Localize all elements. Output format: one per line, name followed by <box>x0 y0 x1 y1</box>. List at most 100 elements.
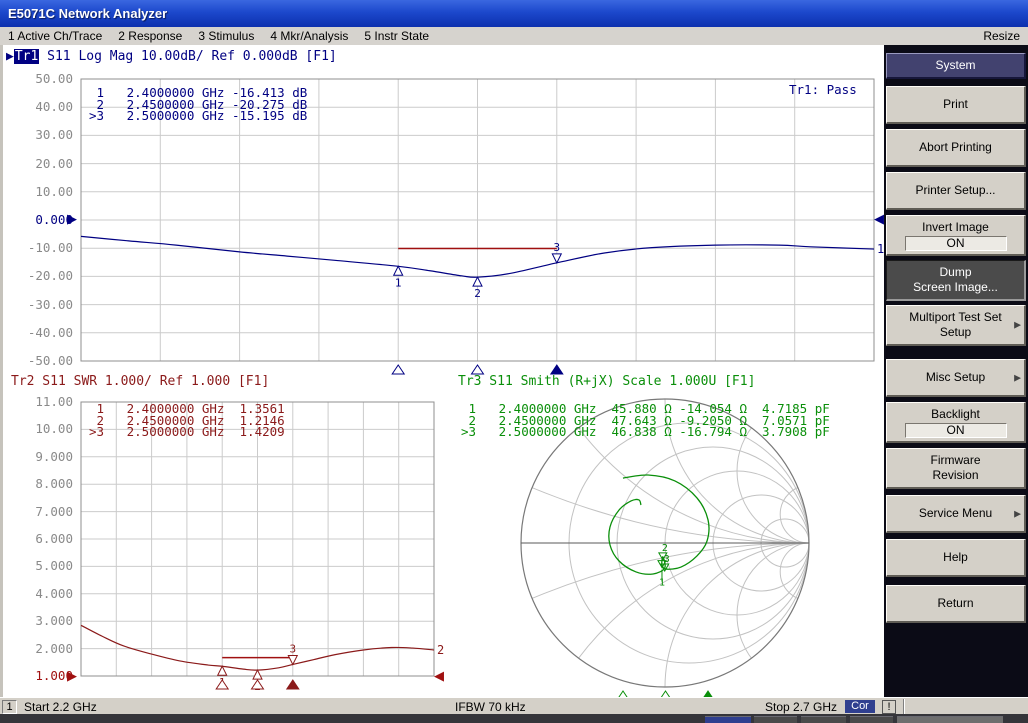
tr2-ref-level-arrow-left-icon: ▶ <box>67 669 77 683</box>
menu-item-2[interactable]: 2 Response <box>110 29 190 43</box>
y-tick-label: -10.00 <box>28 241 73 254</box>
y-tick-label: 50.00 <box>35 72 73 85</box>
y-tick-label: 11.00 <box>35 395 73 408</box>
y-tick-label: 4.000 <box>35 587 73 600</box>
resize-button[interactable]: Resize <box>983 29 1028 43</box>
tr1-header[interactable]: ▶Tr1 S11 Log Mag 10.00dB/ Ref 0.000dB [F… <box>6 50 337 63</box>
taskbar-segment <box>705 716 751 723</box>
svg-text:2: 2 <box>437 643 444 657</box>
softkey-label: System <box>935 58 975 73</box>
softkey-label: Firmware <box>931 453 981 468</box>
stop-frequency-label: Stop 2.7 GHz <box>765 700 837 714</box>
softkey-label: Setup <box>940 325 971 340</box>
softkey-label: Print <box>943 97 968 112</box>
submenu-arrow-icon: ▶ <box>1014 506 1021 521</box>
softkey-label: Invert Image <box>922 220 989 235</box>
tr1-limit-status: Tr1: Pass <box>789 82 857 97</box>
y-tick-label: 30.00 <box>35 128 73 141</box>
softkey-return[interactable]: Return <box>886 585 1026 623</box>
taskbar-clock-segment <box>897 716 1003 723</box>
softkey-label: Misc Setup <box>926 370 985 385</box>
menu-item-5[interactable]: 5 Instr State <box>356 29 437 43</box>
svg-text:2: 2 <box>662 543 668 554</box>
softkey-misc-setup[interactable]: Misc Setup ▶ <box>886 359 1026 397</box>
softkey-printer-setup[interactable]: Printer Setup... <box>886 172 1026 210</box>
menu-item-4[interactable]: 4 Mkr/Analysis <box>262 29 356 43</box>
softkey-firmware-revision[interactable]: FirmwareRevision <box>886 448 1026 489</box>
svg-text:1: 1 <box>877 242 884 256</box>
taskbar-segment <box>801 716 846 723</box>
svg-text:3: 3 <box>289 642 296 655</box>
softkey-label: Abort Printing <box>919 140 992 155</box>
tr1-badge: Tr1 <box>14 49 39 64</box>
tr2-marker-readout: 1 2.4000000 GHz 1.3561 2 2.4500000 GHz 1… <box>89 403 285 438</box>
tr2-chart: 2123 <box>81 402 454 696</box>
y-tick-label: 9.000 <box>35 450 73 463</box>
softkey-label: Service Menu <box>919 506 992 521</box>
menu-items: 1 Active Ch/Trace2 Response3 Stimulus4 M… <box>0 29 437 43</box>
start-frequency-label: Start 2.2 GHz <box>24 700 97 714</box>
softkey-label: Multiport Test Set <box>909 310 1001 325</box>
softkey-label: Return <box>937 596 973 611</box>
tr3-marker-readout: 1 2.4000000 GHz 45.880 Ω -14.054 Ω 4.718… <box>461 403 830 438</box>
tr2-y-axis: 11.0010.009.0008.0007.0006.0005.0004.000… <box>3 402 75 676</box>
y-tick-label: 6.000 <box>35 532 73 545</box>
svg-text:1: 1 <box>395 276 402 289</box>
y-tick-label: -50.00 <box>28 354 73 367</box>
softkey-label: Backlight <box>931 407 980 422</box>
submenu-arrow-icon: ▶ <box>1014 370 1021 385</box>
softkey-invert-image[interactable]: Invert ImageON <box>886 215 1026 256</box>
y-tick-label: 10.00 <box>35 185 73 198</box>
tr1-marker-readout: 1 2.4000000 GHz -16.413 dB 2 2.4500000 G… <box>89 87 307 122</box>
status-divider <box>903 699 905 714</box>
tr2-ref-level-arrow-right-icon: ◀ <box>434 669 444 683</box>
y-tick-label: -40.00 <box>28 326 73 339</box>
ifbw-label: IFBW 70 kHz <box>455 700 526 714</box>
menu-item-3[interactable]: 3 Stimulus <box>190 29 262 43</box>
y-tick-label: 40.00 <box>35 100 73 113</box>
softkey-print[interactable]: Print <box>886 86 1026 124</box>
window-title: E5071C Network Analyzer <box>0 6 167 21</box>
svg-text:1: 1 <box>659 578 665 589</box>
softkey-invert-image-state: ON <box>905 236 1007 251</box>
softkey-label: Dump <box>939 265 971 280</box>
softkey-system[interactable]: System <box>886 53 1026 79</box>
softkey-menu: System Print Abort Printing Printer Setup..… <box>884 45 1028 697</box>
taskbar-partial <box>0 714 1028 723</box>
softkey-service-menu[interactable]: Service Menu ▶ <box>886 495 1026 533</box>
tr1-title: S11 Log Mag 10.00dB/ Ref 0.000dB [F1] <box>39 49 336 64</box>
alert-indicator: ! <box>882 700 896 714</box>
y-tick-label: 3.000 <box>35 614 73 627</box>
svg-text:3: 3 <box>664 554 670 565</box>
display-area: ▶ Tr1 S11 Log Mag 10.00dB/ Ref 0.000dB [F… <box>0 45 884 697</box>
correction-badge: Cor <box>845 700 875 713</box>
submenu-arrow-icon: ▶ <box>1014 318 1021 333</box>
softkey-help[interactable]: Help <box>886 539 1026 577</box>
y-tick-label: -20.00 <box>28 269 73 282</box>
channel-indicator: 1 <box>2 700 17 714</box>
menu-bar: 1 Active Ch/Trace2 Response3 Stimulus4 M… <box>0 27 1028 46</box>
y-tick-label: 5.000 <box>35 559 73 572</box>
y-tick-label: 20.00 <box>35 157 73 170</box>
softkey-multiport-test-set-setup[interactable]: Multiport Test SetSetup ▶ <box>886 305 1026 346</box>
tr1-ref-level-arrow-left-icon: ▶ <box>67 212 77 226</box>
softkey-dump-screen-image[interactable]: DumpScreen Image... <box>886 260 1026 301</box>
title-bar: E5071C Network Analyzer <box>0 0 1028 27</box>
softkey-label: Printer Setup... <box>915 183 995 198</box>
y-tick-label: 2.000 <box>35 642 73 655</box>
softkey-backlight[interactable]: BacklightON <box>886 402 1026 443</box>
app-window: E5071C Network Analyzer 1 Active Ch/Trac… <box>0 0 1028 723</box>
svg-text:3: 3 <box>553 241 560 254</box>
menu-item-1[interactable]: 1 Active Ch/Trace <box>0 29 110 43</box>
softkey-backlight-state: ON <box>905 423 1007 438</box>
tr3-smith-chart: 1 23 <box>453 396 883 697</box>
softkey-label: Revision <box>932 468 978 483</box>
softkey-abort-printing[interactable]: Abort Printing <box>886 129 1026 167</box>
y-tick-label: 10.00 <box>35 422 73 435</box>
tr1-y-axis: 50.0040.0030.0020.0010.000.000-10.00-20.… <box>3 79 75 361</box>
status-bar: 1 Start 2.2 GHz IFBW 70 kHz Stop 2.7 GHz… <box>0 697 1028 715</box>
taskbar-segment <box>850 716 893 723</box>
softkey-label: Screen Image... <box>913 280 998 295</box>
tr1-ref-level-arrow-right-icon: ◀ <box>874 212 884 226</box>
tr1-chart: 1123 <box>81 79 884 381</box>
